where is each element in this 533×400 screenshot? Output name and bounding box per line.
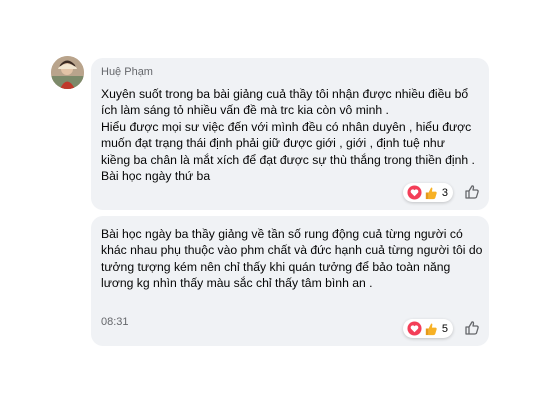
comment-line: tưởng tượng kém nên chỉ thấy khi quán tư…: [101, 259, 451, 274]
comment-line: lương kg nhìn thấy màu sắc chỉ thấy tâm …: [101, 276, 373, 291]
like-icon[interactable]: [463, 183, 481, 201]
reaction-summary[interactable]: 3: [402, 183, 453, 202]
comment-bubble: Huệ Phạm Xuyên suốt trong ba bài giảng c…: [91, 58, 489, 210]
avatar-photo: [51, 56, 84, 89]
comment-time: 08:31: [101, 316, 129, 328]
comment-line: kiềng ba chân là mắt xích để đạt được sự…: [101, 152, 475, 167]
comment-text: Xuyên suốt trong ba bài giảng cuả thầy t…: [101, 86, 479, 184]
comment-line: muốn đạt trạng thái định phải giữ được g…: [101, 136, 445, 151]
comment-line: ích làm sáng tỏ nhiều vấn đề mà trc kia …: [101, 103, 389, 118]
comment-bubble: Bài học ngày ba thầy giảng về tần số run…: [91, 216, 489, 346]
reaction-count: 3: [441, 186, 448, 199]
comment-line: Hiểu được mọi sư việc đến với mình đều c…: [101, 119, 472, 134]
care-icon: [423, 321, 438, 336]
comment-text: Bài học ngày ba thầy giảng về tần số run…: [101, 226, 483, 292]
reaction-summary[interactable]: 5: [402, 319, 453, 338]
like-icon[interactable]: [463, 319, 481, 337]
heart-icon: [407, 185, 422, 200]
comment-line: Xuyên suốt trong ba bài giảng cuả thầy t…: [101, 87, 469, 101]
heart-icon: [407, 321, 422, 336]
comment-author[interactable]: Huệ Phạm: [101, 66, 479, 80]
comment-line: Bài học ngày thứ ba: [101, 169, 211, 184]
reaction-count: 5: [441, 322, 448, 335]
care-icon: [423, 185, 438, 200]
avatar[interactable]: [51, 56, 84, 89]
comment-line: Bài học ngày ba thầy giảng về tần số run…: [101, 227, 463, 241]
comment-line: khác nhau phụ thuộc vào phm chất và đức …: [101, 243, 483, 258]
